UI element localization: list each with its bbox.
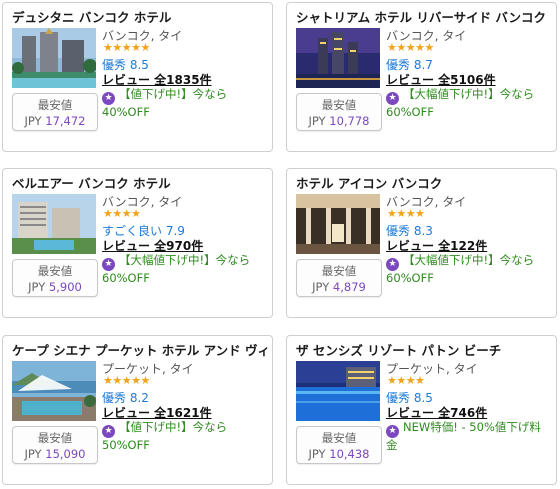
hotel-name[interactable]: デュシタニ バンコク ホテル <box>12 7 268 26</box>
deal-text: ★ 【値下げ中!】今なら 40%OFF <box>102 87 266 120</box>
deal-text: ★ 【値下げ中!】今なら 50%OFF <box>102 420 266 453</box>
price-label: 最安値 <box>37 264 73 278</box>
deal-line1: 【値下げ中!】今なら <box>119 87 228 101</box>
hotel-photo[interactable] <box>296 28 380 88</box>
review-count-link[interactable]: レビュー 全1621件 <box>102 404 212 421</box>
hotel-card[interactable]: ホテル アイコン バンコク バンコク, タイ ★★★★ 優秀 8.3 レビュー … <box>286 168 557 318</box>
hotel-card[interactable]: ザ センシズ リゾート パトン ビーチ プーケット, タイ ★★★★ 優秀 8.… <box>286 335 557 485</box>
deal-line2: 50%OFF <box>102 438 150 452</box>
price-value: JPY 5,900 <box>13 280 97 294</box>
hotel-card[interactable]: ケープ シエナ プーケット ホテル アンド ヴィラズ プーケット, タイ ★★★… <box>2 335 273 485</box>
price-label: 最安値 <box>37 431 73 445</box>
star-rating-icon: ★★★★ <box>387 375 425 387</box>
hotel-name[interactable]: ホテル アイコン バンコク <box>296 173 552 192</box>
currency: JPY <box>312 280 330 294</box>
price-label: 最安値 <box>321 431 357 445</box>
price-value: JPY 10,778 <box>297 114 381 128</box>
review-count-link[interactable]: レビュー 全1835件 <box>102 71 212 88</box>
deal-line2: 60%OFF <box>102 271 150 285</box>
hotel-card[interactable]: シャトリアム ホテル リバーサイド バンコク バンコク, タイ ★★★★★ 優秀… <box>286 2 557 152</box>
hotel-photo[interactable] <box>12 28 96 88</box>
deal-text: ★ NEW特価! - 50%値下げ料金 <box>386 420 550 453</box>
price-amount: 10,438 <box>329 447 370 461</box>
price-amount: 10,778 <box>329 114 370 128</box>
deal-text: ★ 【大幅値下げ中!】今なら 60%OFF <box>102 253 266 286</box>
price-button[interactable]: 最安値 JPY 4,879 <box>296 259 382 297</box>
hotel-card[interactable]: ベルエアー バンコク ホテル バンコク, タイ ★★★★ すごく良い 7.9 レ… <box>2 168 273 318</box>
currency: JPY <box>24 447 42 461</box>
hotel-name[interactable]: ザ センシズ リゾート パトン ビーチ <box>296 340 552 359</box>
price-amount: 4,879 <box>332 280 366 294</box>
currency: JPY <box>24 114 42 128</box>
deal-line2: 60%OFF <box>386 271 434 285</box>
deal-star-icon: ★ <box>386 92 399 105</box>
price-button[interactable]: 最安値 JPY 5,900 <box>12 259 98 297</box>
price-button[interactable]: 最安値 JPY 10,778 <box>296 93 382 131</box>
hotel-name[interactable]: ベルエアー バンコク ホテル <box>12 173 268 192</box>
hotel-photo[interactable] <box>12 361 96 421</box>
hotel-photo[interactable] <box>296 361 380 421</box>
currency: JPY <box>28 280 46 294</box>
review-count-link[interactable]: レビュー 全5106件 <box>386 71 496 88</box>
deal-star-icon: ★ <box>386 425 399 438</box>
star-rating-icon: ★★★★★ <box>103 375 150 387</box>
price-label: 最安値 <box>321 264 357 278</box>
hotel-name[interactable]: ケープ シエナ プーケット ホテル アンド ヴィラズ <box>12 340 268 359</box>
review-count-link[interactable]: レビュー 全970件 <box>102 237 203 254</box>
deal-line1: 【大幅値下げ中!】今なら <box>403 87 535 101</box>
deal-text: ★ 【大幅値下げ中!】今なら 60%OFF <box>386 253 550 286</box>
price-value: JPY 15,090 <box>13 447 97 461</box>
deal-line1: 【大幅値下げ中!】今なら <box>403 253 535 267</box>
price-button[interactable]: 最安値 JPY 17,472 <box>12 93 98 131</box>
price-amount: 5,900 <box>48 280 82 294</box>
star-rating-icon: ★★★★ <box>103 208 141 220</box>
review-count-link[interactable]: レビュー 全122件 <box>386 237 487 254</box>
price-button[interactable]: 最安値 JPY 15,090 <box>12 426 98 464</box>
star-rating-icon: ★★★★★ <box>103 42 150 54</box>
deal-line2: 40%OFF <box>102 105 150 119</box>
deal-line2: 60%OFF <box>386 105 434 119</box>
deal-star-icon: ★ <box>102 92 115 105</box>
price-amount: 15,090 <box>45 447 86 461</box>
price-label: 最安値 <box>37 98 73 112</box>
deal-star-icon: ★ <box>386 258 399 271</box>
hotel-photo[interactable] <box>296 194 380 254</box>
star-rating-icon: ★★★★ <box>387 208 425 220</box>
deal-star-icon: ★ <box>102 425 115 438</box>
currency: JPY <box>308 114 326 128</box>
price-label: 最安値 <box>321 98 357 112</box>
deal-line1: 【値下げ中!】今なら <box>119 420 228 434</box>
price-amount: 17,472 <box>45 114 86 128</box>
hotel-card[interactable]: デュシタニ バンコク ホテル バンコク, タイ ★★★★★ 優秀 8.5 レビュ… <box>2 2 273 152</box>
deal-line1: NEW特価! - 50%値下げ料金 <box>386 420 541 452</box>
currency: JPY <box>308 447 326 461</box>
deal-text: ★ 【大幅値下げ中!】今なら 60%OFF <box>386 87 550 120</box>
hotel-name[interactable]: シャトリアム ホテル リバーサイド バンコク <box>296 7 552 26</box>
price-value: JPY 4,879 <box>297 280 381 294</box>
price-value: JPY 10,438 <box>297 447 381 461</box>
hotel-photo[interactable] <box>12 194 96 254</box>
price-value: JPY 17,472 <box>13 114 97 128</box>
star-rating-icon: ★★★★★ <box>387 42 434 54</box>
deal-line1: 【大幅値下げ中!】今なら <box>119 253 251 267</box>
review-count-link[interactable]: レビュー 全746件 <box>386 404 487 421</box>
deal-star-icon: ★ <box>102 258 115 271</box>
price-button[interactable]: 最安値 JPY 10,438 <box>296 426 382 464</box>
